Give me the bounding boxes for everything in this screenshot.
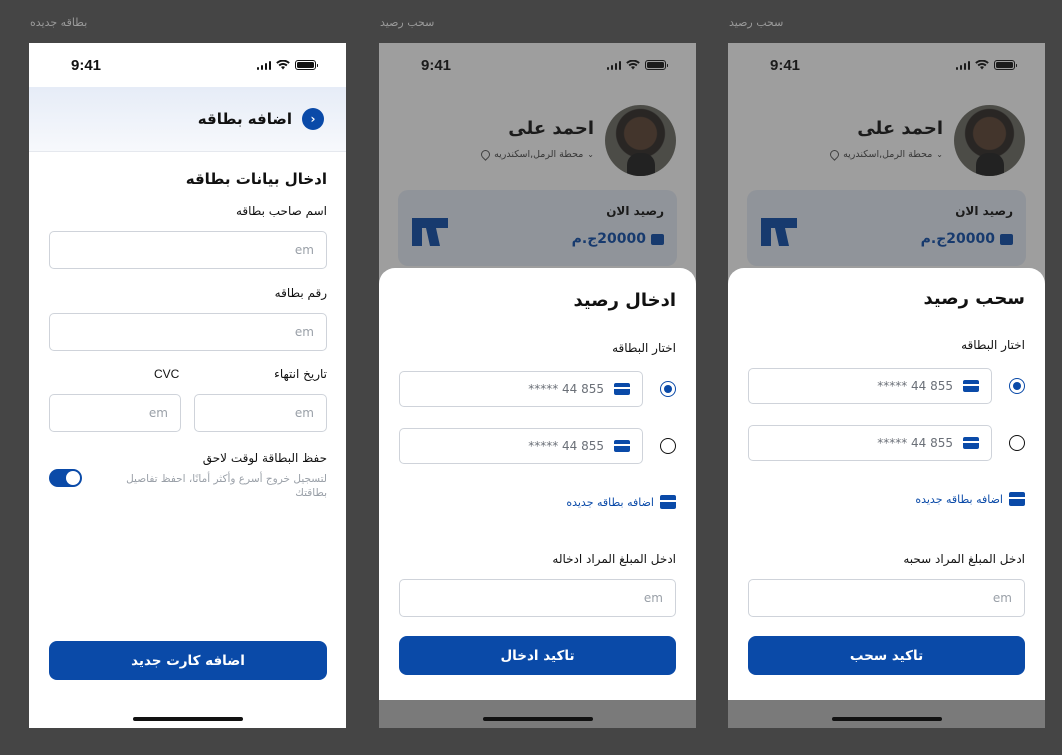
- chevron-right-icon: ›: [310, 112, 316, 126]
- card-radio-1[interactable]: [1009, 378, 1025, 394]
- choose-card-label: اختار البطاقه: [612, 341, 676, 355]
- expiry-label: تاريخ انتهاء: [274, 367, 327, 381]
- credit-card-icon: [963, 380, 979, 392]
- back-button[interactable]: ›: [302, 108, 324, 130]
- wifi-icon: [276, 60, 290, 70]
- add-new-card-link[interactable]: اضافه بطاقه جديده: [915, 492, 1025, 506]
- credit-card-icon: [614, 383, 630, 395]
- withdraw-sheet: سحب رصيد اختار البطاقه ***** 44 855 ****…: [728, 268, 1045, 700]
- sheet-footer: [379, 700, 696, 728]
- page-title: اضافه بطاقه: [197, 110, 292, 128]
- status-time: 9:41: [71, 56, 102, 74]
- frame-label-deposit: سحب رصيد: [380, 16, 435, 29]
- home-indicator: [482, 717, 593, 721]
- save-card-title: حفظ البطاقة لوقت لاحق: [202, 451, 327, 465]
- choose-card-label: اختار البطاقه: [961, 338, 1025, 352]
- card-number-text: ***** 44 855: [528, 382, 604, 396]
- confirm-withdraw-button[interactable]: تاكيد سحب: [748, 636, 1025, 675]
- add-card-screen: 9:41 اضافه بطاقه › ادخال بيانات بطاقه اس…: [29, 43, 346, 728]
- card-option-1[interactable]: ***** 44 855: [748, 368, 992, 404]
- home-indicator: [132, 717, 243, 721]
- number-label: رقم بطاقه: [274, 286, 327, 300]
- card-number-text: ***** 44 855: [877, 379, 953, 393]
- add-card-icon: [1009, 492, 1025, 506]
- sheet-footer: [728, 700, 1045, 728]
- cvc-input[interactable]: em: [49, 394, 181, 432]
- card-option-2[interactable]: ***** 44 855: [748, 425, 992, 461]
- frame-label-withdraw: سحب رصيد: [729, 16, 784, 29]
- card-radio-2[interactable]: [1009, 435, 1025, 451]
- card-number-text: ***** 44 855: [528, 439, 604, 453]
- battery-icon: [295, 60, 318, 70]
- header: اضافه بطاقه ›: [29, 87, 346, 152]
- save-card-toggle[interactable]: [49, 469, 82, 487]
- card-number-input[interactable]: em: [49, 313, 327, 351]
- credit-card-icon: [963, 437, 979, 449]
- save-card-description: لتسجيل خروج أسرع وأكثر أمانًا، احفظ تفاص…: [126, 473, 327, 499]
- add-new-card-link[interactable]: اضافه بطاقه جديده: [566, 495, 676, 509]
- add-card-icon: [660, 495, 676, 509]
- card-radio-2[interactable]: [660, 438, 676, 454]
- add-card-text: اضافه بطاقه جديده: [915, 492, 1003, 506]
- holder-name-input[interactable]: em: [49, 231, 327, 269]
- section-title: ادخال بيانات بطاقه: [185, 170, 327, 188]
- deposit-screen: 9:41 احمد على محطة الرمل,اسكندريه ⌄ رصيد…: [379, 43, 696, 728]
- home-indicator: [831, 717, 942, 721]
- card-radio-1[interactable]: [660, 381, 676, 397]
- withdraw-screen: 9:41 احمد على محطة الرمل,اسكندريه ⌄ رصيد…: [728, 43, 1045, 728]
- add-card-button[interactable]: اضافه كارت جديد: [49, 641, 327, 680]
- amount-input[interactable]: em: [748, 579, 1025, 617]
- sheet-title: ادخال رصيد: [573, 290, 676, 311]
- amount-label: ادخل المبلغ المراد سحبه: [903, 552, 1025, 566]
- status-bar: 9:41: [29, 43, 346, 87]
- cvc-label: CVC: [154, 367, 180, 381]
- sheet-title: سحب رصيد: [923, 288, 1026, 309]
- card-option-1[interactable]: ***** 44 855: [399, 371, 643, 407]
- expiry-input[interactable]: em: [194, 394, 327, 432]
- credit-card-icon: [614, 440, 630, 452]
- add-card-text: اضافه بطاقه جديده: [566, 495, 654, 509]
- deposit-sheet: ادخال رصيد اختار البطاقه ***** 44 855 **…: [379, 268, 696, 700]
- frame-label-add-card: بطاقه جديده: [30, 16, 88, 29]
- signal-icon: [256, 60, 271, 70]
- amount-label: ادخل المبلغ المراد ادخاله: [552, 552, 676, 566]
- amount-input[interactable]: em: [399, 579, 676, 617]
- confirm-deposit-button[interactable]: تاكيد ادخال: [399, 636, 676, 675]
- card-option-2[interactable]: ***** 44 855: [399, 428, 643, 464]
- card-number-text: ***** 44 855: [877, 436, 953, 450]
- holder-label: اسم صاحب بطاقه: [235, 204, 327, 218]
